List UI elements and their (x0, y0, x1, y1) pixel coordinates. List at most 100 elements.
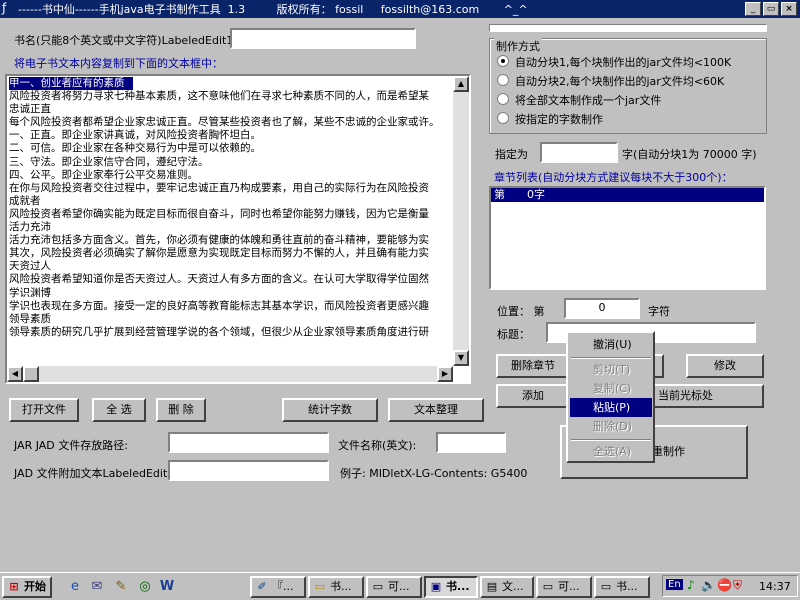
menu-copy[interactable]: 复制(C) (570, 379, 652, 398)
menu-undo[interactable]: 撤消(U) (570, 335, 652, 354)
memo-line[interactable]: 风险投资者希望知道你是否天资过人。天资过人有多方面的含义。在认可大学取得学位固然 (9, 273, 457, 286)
radio-mode-1[interactable] (497, 55, 509, 67)
maximize-button[interactable]: ▭ (763, 2, 779, 16)
delete-button[interactable]: 删 除 (156, 398, 206, 422)
mode-group-title: 制作方式 (494, 38, 542, 54)
radio-mode-2-label[interactable]: 自动分块2,每个块制作出的jar文件均<60K (515, 73, 724, 89)
volume-icon[interactable]: 🔈 (701, 578, 716, 592)
position-input[interactable]: 0 (564, 298, 640, 319)
task-button-4[interactable]: ▣ 书... (424, 576, 478, 598)
title-bar[interactable]: ƒ ------书中仙------手机java电子书制作工具 1.3 版权所有：… (0, 0, 800, 18)
scroll-down-arrow-icon[interactable]: ▼ (453, 350, 469, 366)
radio-mode-3[interactable] (497, 93, 509, 105)
menu-separator (571, 439, 651, 441)
memo-line[interactable]: 甲一、创业者应有的素质 (9, 77, 133, 91)
count-words-button[interactable]: 统计字数 (282, 398, 378, 422)
chapter-count: 0字 (527, 188, 545, 201)
radio-mode-1-label[interactable]: 自动分块1,每个块制作出的jar文件均<100K (515, 54, 731, 70)
jad-text-input[interactable] (168, 460, 329, 481)
window-icon: ▭ (372, 580, 384, 593)
memo-line[interactable]: 成就者 (9, 195, 457, 208)
top-right-strip (489, 24, 767, 32)
memo-line[interactable]: 二、可信。即企业家在各种交易行为中是可以依赖的。 (9, 142, 457, 155)
specify-label: 指定为 (495, 148, 528, 161)
memo-line[interactable]: 活力充沛包括多方面含义。首先，你必须有健康的体魄和勇往直前的奋斗精神，要能够为实 (9, 234, 457, 247)
menu-paste[interactable]: 粘贴(P) (570, 398, 652, 417)
menu-delete[interactable]: 删除(D) (570, 417, 652, 436)
tray-app-icon[interactable]: ♪ (687, 578, 695, 592)
example-text: 例子: MIDletX-LG-Contents: G5400 (340, 467, 528, 480)
memo-line[interactable]: 领导素质的研究几乎扩展到经营管理学说的各个领域，但很少从企业家领导素质角度进行研 (9, 326, 457, 339)
context-menu[interactable]: 撤消(U) 剪切(T) 复制(C) 粘贴(P) 删除(D) 全选(A) (566, 331, 655, 463)
chapter-list[interactable]: 第 0字 (489, 186, 766, 290)
memo-line[interactable]: 天资过人 (9, 260, 457, 273)
specify-suffix: 字(自动分块1为 70000 字) (622, 148, 757, 161)
memo-line[interactable]: 四、公平。即企业家奉行公平交易准则。 (9, 169, 457, 182)
app-icon[interactable]: ◎ (136, 578, 154, 596)
menu-separator (571, 357, 651, 359)
chapter-row[interactable]: 第 0字 (491, 188, 764, 202)
text-memo[interactable]: 甲一、创业者应有的素质 风险投资者将努力寻求七种基本素质，这不意味他们在寻求七种… (5, 74, 471, 384)
memo-line[interactable]: 每个风险投资者都希望企业家忠诚正直。尽管某些投资者也了解，某些不忠诚的企业家或许… (9, 116, 457, 129)
jar-path-input[interactable] (168, 432, 329, 453)
windows-logo-icon: ⊞ (9, 580, 19, 593)
memo-line[interactable]: 领导素质 (9, 313, 457, 326)
task-button-1[interactable]: ✐ 『... (250, 576, 306, 598)
memo-horizontal-scrollbar[interactable]: ◀ ▶ (7, 366, 453, 382)
clock[interactable]: 14:37 (759, 580, 791, 593)
radio-mode-2[interactable] (497, 74, 509, 86)
scroll-thumb[interactable] (23, 366, 39, 382)
window-icon: ▭ (600, 580, 612, 593)
start-button[interactable]: ⊞ 开始 (2, 576, 52, 598)
language-indicator[interactable]: En (666, 579, 683, 590)
file-name-input[interactable] (436, 432, 506, 453)
scroll-right-arrow-icon[interactable]: ▶ (437, 366, 453, 382)
ie-icon[interactable]: e (66, 578, 84, 596)
memo-line[interactable]: 在你与风险投资者交往过程中，要牢记忠诚正直乃构成要素，用自己的实际行为在风险投资 (9, 182, 457, 195)
scroll-left-arrow-icon[interactable]: ◀ (7, 366, 23, 382)
memo-line[interactable]: 一、正直。即企业家讲真诚，对风险投资者胸怀坦白。 (9, 129, 457, 142)
system-tray: En ♪ 🔈 ⛔ ⛨ 14:37 (662, 575, 798, 597)
doc-icon: ▤ (486, 580, 498, 593)
book-name-input[interactable] (230, 28, 416, 49)
minimize-button[interactable]: _ (745, 2, 761, 16)
memo-vertical-scrollbar[interactable]: ▲ ▼ (453, 76, 469, 366)
menu-select-all[interactable]: 全选(A) (570, 442, 652, 461)
folder-icon: ▭ (314, 580, 326, 593)
task-button-2[interactable]: ▭ 书... (308, 576, 364, 598)
memo-line[interactable]: 活力充沛 (9, 221, 457, 234)
memo-line[interactable]: 学识渊博 (9, 287, 457, 300)
select-all-button[interactable]: 全 选 (92, 398, 146, 422)
app-icon[interactable]: ƒ (2, 1, 16, 16)
add-button[interactable]: 添加 (496, 384, 570, 408)
notepad-icon[interactable]: ✎ (112, 578, 130, 596)
menu-cut[interactable]: 剪切(T) (570, 360, 652, 379)
task-button-7[interactable]: ▭ 书... (594, 576, 650, 598)
shield-icon[interactable]: ⛨ (733, 578, 742, 593)
position-label: 位置： 第 (497, 305, 545, 318)
radio-mode-4[interactable] (497, 112, 509, 124)
text-arrange-button[interactable]: 文本整理 (388, 398, 484, 422)
memo-line[interactable]: 三、守法。即企业家信守合同，遵纪守法。 (9, 156, 457, 169)
memo-line[interactable]: 学识也表现在多方面。接受一定的良好高等教育能标志其基本学识，而风险投资者更感兴趣 (9, 300, 457, 313)
task-button-3[interactable]: ▭ 可... (366, 576, 422, 598)
current-cursor-button[interactable]: 当前光标处 (648, 384, 764, 408)
delete-chapter-button[interactable]: 删除章节 (496, 354, 570, 378)
task-button-6[interactable]: ▭ 可... (536, 576, 592, 598)
specify-input[interactable] (540, 142, 618, 163)
modify-button[interactable]: 修改 (686, 354, 764, 378)
outlook-icon[interactable]: ✉ (88, 578, 106, 596)
close-button[interactable]: × (781, 2, 797, 16)
task-button-5[interactable]: ▤ 文... (480, 576, 534, 598)
radio-mode-3-label[interactable]: 将全部文本制作成一个jar文件 (515, 92, 661, 108)
memo-line[interactable]: 风险投资者希望你确实能为既定目标而很自奋斗，同时也希望你能努力赚钱，因为它是衡量 (9, 208, 457, 221)
memo-line[interactable]: 其次，风险投资者必须确实了解你是愿意为实现既定目标而努力不懈的人，并且确有能力实 (9, 247, 457, 260)
word-icon[interactable]: W (158, 578, 176, 596)
memo-line[interactable]: 风险投资者将努力寻求七种基本素质，这不意味他们在寻求七种素质不同的人，而是希望某 (9, 90, 457, 103)
radio-mode-4-label[interactable]: 按指定的字数制作 (515, 111, 603, 127)
stop-icon[interactable]: ⛔ (717, 578, 732, 592)
memo-line[interactable]: 忠诚正直 (9, 103, 457, 116)
scroll-up-arrow-icon[interactable]: ▲ (453, 76, 469, 92)
memo-lines[interactable]: 甲一、创业者应有的素质 风险投资者将努力寻求七种基本素质，这不意味他们在寻求七种… (9, 77, 457, 363)
open-file-button[interactable]: 打开文件 (9, 398, 79, 422)
